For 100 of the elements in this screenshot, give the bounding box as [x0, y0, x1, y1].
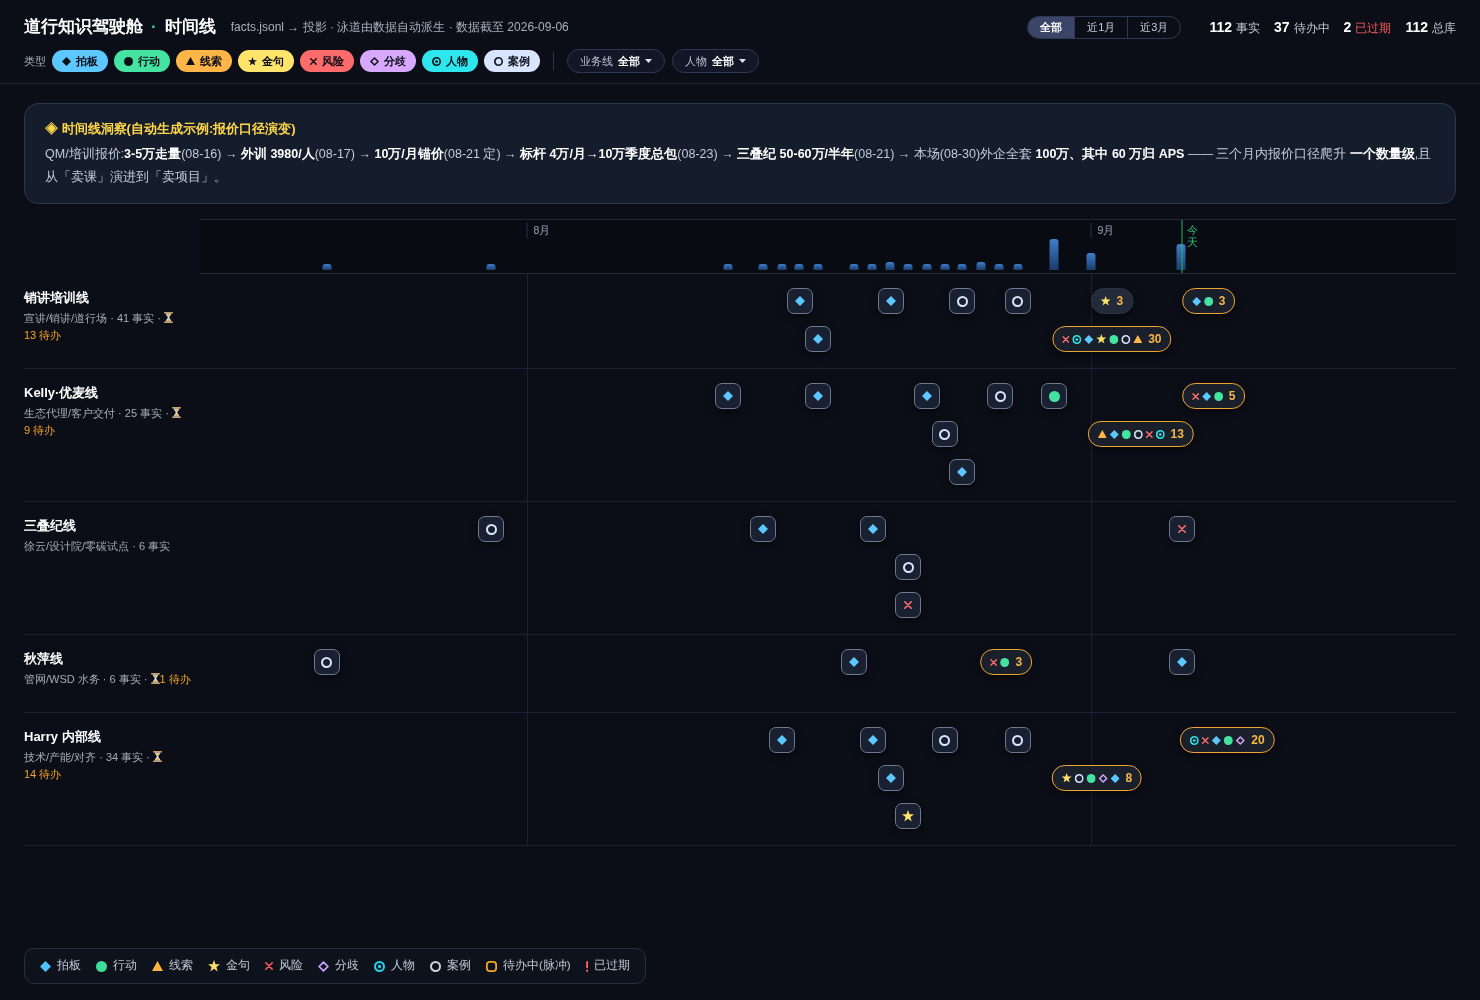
type-filter-chip[interactable]: 行动 [114, 50, 170, 72]
event-node[interactable] [860, 516, 887, 542]
event-node[interactable] [949, 459, 976, 485]
event-node[interactable] [804, 383, 831, 409]
event-cluster[interactable]: 3 [1181, 288, 1236, 314]
ring-icon [939, 428, 951, 440]
event-node[interactable] [787, 288, 814, 314]
event-node[interactable] [914, 383, 941, 409]
target-icon [1155, 429, 1165, 439]
event-node[interactable] [949, 288, 976, 314]
diamond-icon [1191, 296, 1201, 306]
hollow-diamond-icon [1098, 773, 1108, 783]
filter-dropdown[interactable]: 业务线 全部 [567, 49, 665, 73]
caret-icon [739, 59, 746, 63]
activity-bar [1176, 244, 1186, 270]
activity-bar [885, 262, 895, 270]
range-tab[interactable]: 全部 [1028, 16, 1075, 38]
filter-dropdown[interactable]: 人物 全部 [672, 49, 759, 73]
event-node[interactable] [1004, 288, 1031, 314]
insight-title: ◈ 时间线洞察(自动生成示例:报价口径演变) [45, 120, 297, 138]
ring-icon [1012, 295, 1024, 307]
event-node[interactable] [860, 727, 887, 753]
range-tab[interactable]: 近3月 [1127, 16, 1181, 38]
stat-unit: 总库 [1432, 19, 1456, 37]
caret-icon [645, 59, 652, 63]
dot-icon [124, 56, 133, 66]
diamond-icon [62, 56, 71, 66]
event-node[interactable] [877, 288, 904, 314]
legend-label: 分歧 [335, 958, 359, 974]
triangle-icon [186, 56, 195, 66]
dot-icon [1086, 773, 1096, 783]
event-node[interactable] [841, 649, 868, 675]
event-node[interactable] [895, 554, 922, 580]
stat-number: 112 [1405, 17, 1428, 37]
cross-icon [1178, 525, 1187, 533]
type-filter-chip[interactable]: 案例 [484, 50, 540, 72]
event-node[interactable] [877, 765, 904, 791]
type-filter-chip[interactable]: 人物 [422, 50, 478, 72]
event-cluster[interactable]: 8 [1051, 765, 1143, 791]
event-node[interactable] [804, 326, 831, 352]
range-tab[interactable]: 近1月 [1074, 16, 1128, 38]
event-cluster[interactable]: 3 [1090, 288, 1134, 314]
event-cluster[interactable]: 3 [980, 649, 1033, 675]
event-node[interactable] [714, 383, 741, 409]
target-icon [1072, 334, 1082, 344]
activity-bar [1013, 264, 1023, 270]
activity-bar [794, 264, 804, 270]
triangle-icon [1133, 334, 1143, 344]
diamond-icon [812, 334, 823, 344]
star-icon [1096, 334, 1107, 344]
diamond-icon [922, 391, 933, 401]
event-cluster[interactable]: 5 [1181, 383, 1246, 409]
type-filter-chip[interactable]: 风险 [300, 50, 354, 72]
event-node[interactable] [1169, 516, 1196, 542]
event-node[interactable] [749, 516, 776, 542]
event-node[interactable] [313, 649, 340, 675]
dot-icon [1121, 429, 1131, 439]
event-node[interactable] [931, 421, 958, 447]
event-cluster[interactable]: 30 [1052, 326, 1172, 352]
ring-icon [902, 561, 914, 573]
event-node[interactable] [895, 592, 922, 618]
type-filter-chip[interactable]: 拍板 [52, 50, 108, 72]
activity-bar [849, 264, 859, 270]
dot-icon [1109, 334, 1119, 344]
cross-icon [904, 601, 913, 609]
event-node[interactable] [987, 383, 1014, 409]
event-node[interactable] [931, 727, 958, 753]
lane-title: 销讲培训线 [24, 289, 90, 307]
legend-label: 金句 [226, 958, 250, 974]
dot-icon [1203, 296, 1213, 306]
event-cluster[interactable]: 20 [1180, 727, 1275, 753]
activity-bar [940, 264, 950, 270]
lane-title: Harry 内部线 [24, 728, 102, 746]
event-node[interactable] [478, 516, 505, 542]
type-filter-chip[interactable]: 分歧 [360, 50, 416, 72]
activity-bar [922, 264, 932, 270]
event-node[interactable] [1169, 649, 1196, 675]
event-node[interactable] [1041, 383, 1068, 409]
event-cluster[interactable]: 13 [1087, 421, 1194, 447]
lane-meta: 徐云/设计院/零碳试点 · 6 事实 [24, 540, 171, 552]
type-filter-chip[interactable]: 金句 [238, 50, 294, 72]
diamond-icon [885, 773, 896, 783]
star-icon [902, 810, 915, 822]
activity-bar [903, 264, 913, 270]
pending-count: 14 待办 [24, 767, 62, 782]
activity-bar [957, 264, 967, 270]
filter-label: 类型 [24, 53, 46, 69]
type-filter-chip[interactable]: 线索 [176, 50, 232, 72]
diamond-icon [849, 657, 860, 667]
activity-bar [322, 264, 332, 270]
event-node[interactable] [895, 803, 922, 829]
diamond-icon [1084, 334, 1094, 344]
insight-text: QM/培训报价:3-5万走量(08-16) → 外训 3980/人(08-17) → 10万/月锚价(08-21 定) → 标杆 4万/月→10万季度总包(08-23) → 三叠纪 50-60万/半年(08-21) → 本场(08-30)外企全套 100万、其中 60 万归 APS —— 三个月内报价口径爬升 一个数量级,且从「卖课」演进到「卖项目」。 [45, 145, 1433, 186]
stat-unit: 已过期 [1355, 19, 1392, 37]
event-node[interactable] [1004, 727, 1031, 753]
legend-label: 拍板 [57, 958, 81, 974]
cross-icon [310, 57, 317, 65]
stat-unit: 待办中 [1293, 19, 1330, 37]
event-node[interactable] [768, 727, 795, 753]
activity-bar [1049, 239, 1059, 270]
